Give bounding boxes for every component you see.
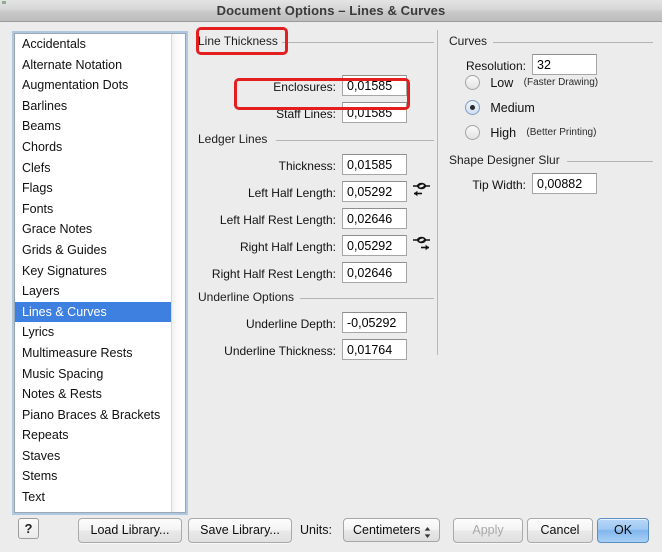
radio-medium[interactable] (465, 100, 480, 115)
units-label: Units: (300, 523, 332, 537)
window-titlebar[interactable]: Document Options – Lines & Curves (0, 0, 662, 22)
categories-list-inner: AccidentalsAlternate NotationAugmentatio… (15, 34, 172, 512)
dialog-button-bar: ? Load Library... Save Library... Units:… (0, 508, 662, 552)
whole-note-left-arrow-icon (411, 179, 433, 201)
sidebar-item-music-spacing[interactable]: Music Spacing (15, 364, 172, 385)
sidebar-item-piano-braces-brackets[interactable]: Piano Braces & Brackets (15, 405, 172, 426)
right-settings-column: Curves Resolution: Low (Faster Drawing) … (443, 22, 662, 522)
sidebar-item-fonts[interactable]: Fonts (15, 199, 172, 220)
radio-high[interactable] (465, 125, 480, 140)
enclosures-input[interactable] (342, 75, 407, 96)
line-thickness-group-label: Line Thickness (198, 34, 278, 48)
sidebar-item-lyrics[interactable]: Lyrics (15, 322, 172, 343)
curves-rule (493, 42, 653, 43)
ledger-lines-group-label: Ledger Lines (198, 132, 267, 146)
sidebar-item-lines-curves[interactable]: Lines & Curves (15, 302, 172, 323)
middle-settings-column: Line Thickness Enclosures: Staff Lines: … (196, 22, 436, 522)
underline-depth-label: Underline Depth: (216, 317, 336, 331)
sidebar-item-clefs[interactable]: Clefs (15, 158, 172, 179)
sidebar-item-layers[interactable]: Layers (15, 281, 172, 302)
radio-low[interactable] (465, 75, 480, 90)
tip-width-label: Tip Width: (443, 178, 526, 192)
staff-lines-input[interactable] (342, 102, 407, 123)
underline-options-rule (300, 298, 434, 299)
load-library-button[interactable]: Load Library... (78, 518, 182, 543)
underline-thickness-label: Underline Thickness: (204, 344, 336, 358)
apply-button[interactable]: Apply (453, 518, 523, 543)
curves-option-medium[interactable]: Medium (465, 100, 545, 115)
sidebar-item-alternate-notation[interactable]: Alternate Notation (15, 55, 172, 76)
sidebar-item-grids-guides[interactable]: Grids & Guides (15, 240, 172, 261)
sidebar-item-chords[interactable]: Chords (15, 137, 172, 158)
ok-button[interactable]: OK (597, 518, 649, 543)
underline-options-group-label: Underline Options (198, 290, 294, 304)
left-half-rest-length-input[interactable] (342, 208, 407, 229)
sidebar-item-flags[interactable]: Flags (15, 178, 172, 199)
underline-depth-input[interactable] (342, 312, 407, 333)
ledger-lines-rule (276, 140, 434, 141)
enclosures-label: Enclosures: (216, 80, 336, 94)
left-half-rest-length-label: Left Half Rest Length: (196, 213, 336, 227)
curves-option-high[interactable]: High (Better Printing) (465, 125, 596, 140)
sidebar-item-key-signatures[interactable]: Key Signatures (15, 261, 172, 282)
categories-list-scrollbar[interactable] (171, 34, 185, 512)
sidebar-item-beams[interactable]: Beams (15, 116, 172, 137)
sidebar-item-accidentals[interactable]: Accidentals (15, 34, 172, 55)
units-select-value: Centimeters (353, 523, 420, 537)
sidebar-item-augmentation-dots[interactable]: Augmentation Dots (15, 75, 172, 96)
radio-high-label: High (490, 126, 516, 140)
shape-designer-slur-group-label: Shape Designer Slur (449, 153, 560, 167)
shape-designer-slur-rule (567, 161, 653, 162)
categories-list[interactable]: AccidentalsAlternate NotationAugmentatio… (14, 33, 186, 513)
left-half-length-label: Left Half Length: (206, 186, 336, 200)
window-title: Document Options – Lines & Curves (0, 3, 662, 18)
save-library-button[interactable]: Save Library... (188, 518, 292, 543)
ledger-thickness-label: Thickness: (216, 159, 336, 173)
radio-high-hint: (Better Printing) (526, 127, 596, 138)
left-half-length-input[interactable] (342, 181, 407, 202)
column-divider (437, 30, 438, 355)
cancel-button[interactable]: Cancel (527, 518, 593, 543)
radio-medium-label: Medium (490, 101, 534, 115)
underline-thickness-input[interactable] (342, 339, 407, 360)
right-half-rest-length-label: Right Half Rest Length: (192, 267, 336, 281)
line-thickness-rule (282, 42, 434, 43)
whole-note-right-arrow-icon (411, 233, 433, 255)
right-half-length-label: Right Half Length: (202, 240, 336, 254)
right-half-length-input[interactable] (342, 235, 407, 256)
sidebar-item-staves[interactable]: Staves (15, 446, 172, 467)
sidebar-item-multimeasure-rests[interactable]: Multimeasure Rests (15, 343, 172, 364)
radio-low-hint: (Faster Drawing) (524, 77, 598, 88)
sidebar-item-barlines[interactable]: Barlines (15, 96, 172, 117)
curves-group-label: Curves (449, 34, 487, 48)
tip-width-input[interactable] (532, 173, 597, 194)
resolution-input[interactable] (532, 54, 597, 75)
sidebar-item-notes-rests[interactable]: Notes & Rests (15, 384, 172, 405)
units-select[interactable]: Centimeters (343, 518, 440, 542)
radio-low-label: Low (490, 76, 513, 90)
sidebar-item-grace-notes[interactable]: Grace Notes (15, 219, 172, 240)
help-button[interactable]: ? (18, 518, 39, 539)
dialog-content: AccidentalsAlternate NotationAugmentatio… (0, 22, 662, 552)
right-half-rest-length-input[interactable] (342, 262, 407, 283)
sidebar-item-text[interactable]: Text (15, 487, 172, 508)
curves-option-low[interactable]: Low (Faster Drawing) (465, 75, 598, 90)
ledger-thickness-input[interactable] (342, 154, 407, 175)
sidebar-item-repeats[interactable]: Repeats (15, 425, 172, 446)
resolution-label: Resolution: (443, 59, 526, 73)
sidebar-item-stems[interactable]: Stems (15, 466, 172, 487)
document-options-window: Document Options – Lines & Curves Accide… (0, 0, 662, 552)
chevron-updown-icon (424, 524, 431, 537)
staff-lines-label: Staff Lines: (216, 107, 336, 121)
